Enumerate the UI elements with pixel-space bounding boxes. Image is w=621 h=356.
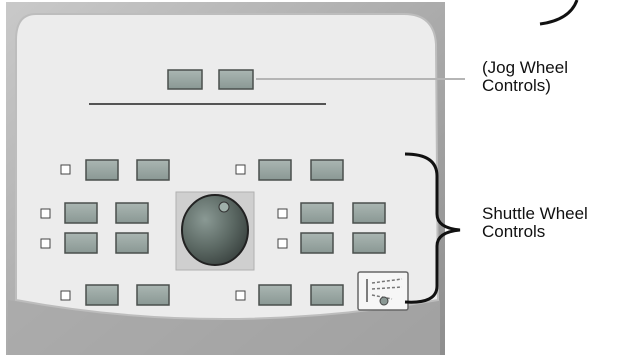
control-panel-diagram bbox=[6, 0, 579, 355]
checkbox-icon[interactable] bbox=[235, 290, 246, 301]
panel-settings-icon[interactable] bbox=[357, 271, 409, 311]
checkbox-icon[interactable] bbox=[40, 238, 51, 249]
shuttle-button[interactable] bbox=[258, 284, 292, 306]
shuttle-button[interactable] bbox=[85, 284, 119, 306]
checkbox-icon[interactable] bbox=[235, 164, 246, 175]
shuttle-button[interactable] bbox=[352, 202, 386, 224]
top-bracket-fragment bbox=[539, 0, 579, 26]
checkbox-icon[interactable] bbox=[277, 208, 288, 219]
jog-callout-line1: (Jog Wheel bbox=[482, 58, 568, 77]
shuttle-button[interactable] bbox=[115, 232, 149, 254]
knob-indicator bbox=[218, 201, 230, 213]
shuttle-button[interactable] bbox=[310, 284, 344, 306]
shuttle-callout-line1: Shuttle Wheel bbox=[482, 204, 588, 223]
checkbox-icon[interactable] bbox=[277, 238, 288, 249]
shuttle-button[interactable] bbox=[310, 159, 344, 181]
shuttle-button[interactable] bbox=[352, 232, 386, 254]
shuttle-button[interactable] bbox=[300, 232, 334, 254]
jog-button-right[interactable] bbox=[218, 69, 254, 90]
shuttle-wheel-callout: Shuttle Wheel Controls bbox=[482, 205, 588, 241]
shuttle-button[interactable] bbox=[258, 159, 292, 181]
shuttle-knob-icon[interactable] bbox=[181, 194, 249, 266]
checkbox-icon[interactable] bbox=[60, 164, 71, 175]
checkbox-icon[interactable] bbox=[60, 290, 71, 301]
jog-wheel-callout: (Jog Wheel Controls) bbox=[482, 59, 568, 95]
shuttle-callout-line2: Controls bbox=[482, 222, 546, 241]
jog-callout-line2: Controls) bbox=[482, 76, 551, 95]
shuttle-button[interactable] bbox=[115, 202, 149, 224]
shuttle-button[interactable] bbox=[64, 202, 98, 224]
shuttle-button[interactable] bbox=[300, 202, 334, 224]
checkbox-icon[interactable] bbox=[40, 208, 51, 219]
jog-button-left[interactable] bbox=[167, 69, 203, 90]
shuttle-button[interactable] bbox=[64, 232, 98, 254]
shuttle-button[interactable] bbox=[136, 284, 170, 306]
shuttle-button[interactable] bbox=[85, 159, 119, 181]
shuttle-button[interactable] bbox=[136, 159, 170, 181]
